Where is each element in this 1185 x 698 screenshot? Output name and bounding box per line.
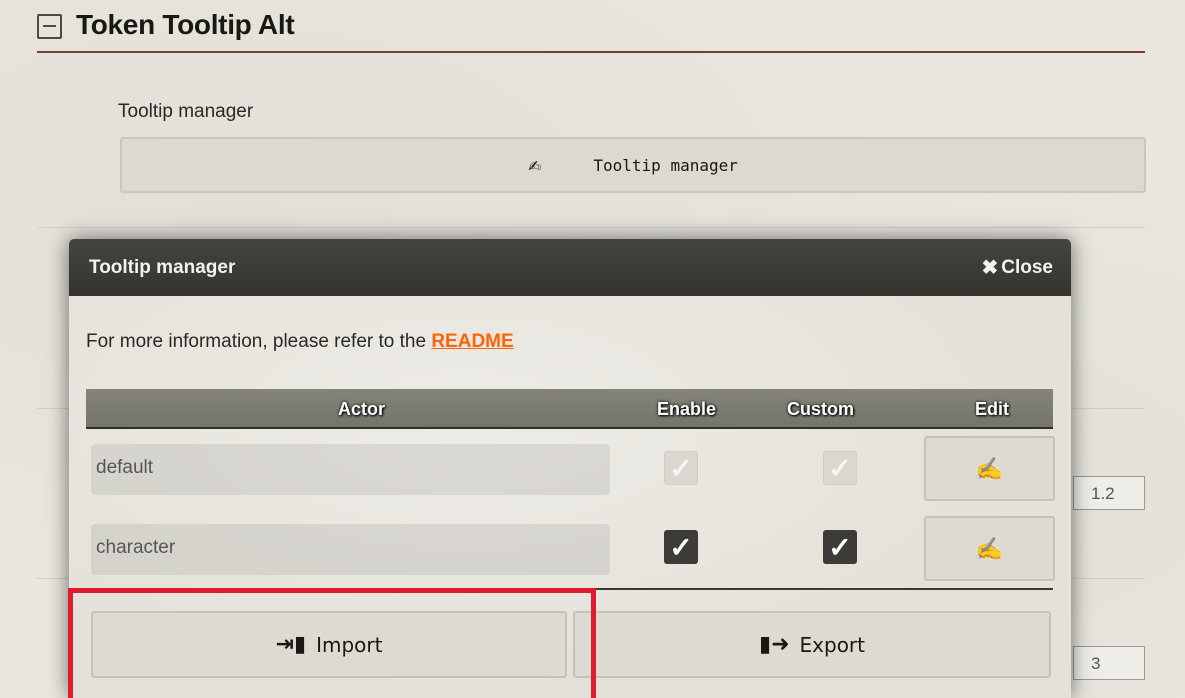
actor-field: default	[91, 444, 610, 495]
module-title: Token Tooltip Alt	[76, 9, 295, 40]
file-export-icon: ▮➜	[758, 632, 790, 657]
column-custom: Custom	[787, 399, 854, 419]
check-icon: ✓	[828, 452, 852, 484]
edit-default-button[interactable]: ✍	[924, 436, 1055, 501]
custom-checkbox: ✓	[823, 451, 857, 485]
import-label: Import	[316, 632, 383, 657]
custom-checkbox[interactable]: ✓	[823, 530, 857, 564]
import-button[interactable]: ⇥▮ Import	[91, 611, 567, 678]
enable-checkbox: ✓	[664, 451, 698, 485]
tooltip-manager-button-label: Tooltip manager	[593, 155, 738, 175]
column-enable: Enable	[657, 399, 717, 419]
file-import-icon: ⇥▮	[275, 632, 307, 657]
tooltip-manager-button[interactable]: ✍ Tooltip manager	[120, 137, 1146, 193]
table-header: Actor Enable Custom Edit	[86, 389, 1053, 429]
info-text: For more information, please refer to th…	[86, 331, 432, 352]
table-divider	[86, 588, 1053, 590]
number-field[interactable]: 1.2	[1073, 476, 1145, 510]
check-icon: ✓	[669, 531, 693, 563]
export-label: Export	[799, 632, 865, 657]
close-button[interactable]: ✖ Close	[981, 255, 1053, 280]
setting-label: Tooltip manager	[118, 101, 254, 122]
column-actor: Actor	[338, 399, 386, 419]
edit-icon: ✍	[975, 455, 1004, 481]
module-header[interactable]: Token Tooltip Alt	[37, 0, 1145, 53]
check-icon: ✓	[669, 452, 693, 484]
dialog-title: Tooltip manager	[89, 256, 236, 278]
check-icon: ✓	[828, 531, 852, 563]
tooltip-manager-dialog: Tooltip manager ✖ Close For more informa…	[69, 239, 1071, 698]
export-button[interactable]: ▮➜ Export	[573, 611, 1051, 678]
dialog-header[interactable]: Tooltip manager ✖ Close	[69, 239, 1071, 296]
close-icon: ✖	[981, 257, 999, 279]
collapse-icon[interactable]	[37, 14, 62, 39]
close-label: Close	[1001, 256, 1053, 278]
column-edit: Edit	[975, 399, 1009, 419]
edit-character-button[interactable]: ✍	[924, 516, 1055, 581]
divider	[37, 227, 1145, 228]
readme-link[interactable]: README	[431, 331, 513, 352]
edit-icon: ✍	[528, 152, 542, 178]
number-field[interactable]: 3	[1073, 646, 1145, 680]
actor-field: character	[91, 524, 610, 575]
info-line: For more information, please refer to th…	[86, 331, 514, 353]
enable-checkbox[interactable]: ✓	[664, 530, 698, 564]
edit-icon: ✍	[975, 535, 1004, 561]
